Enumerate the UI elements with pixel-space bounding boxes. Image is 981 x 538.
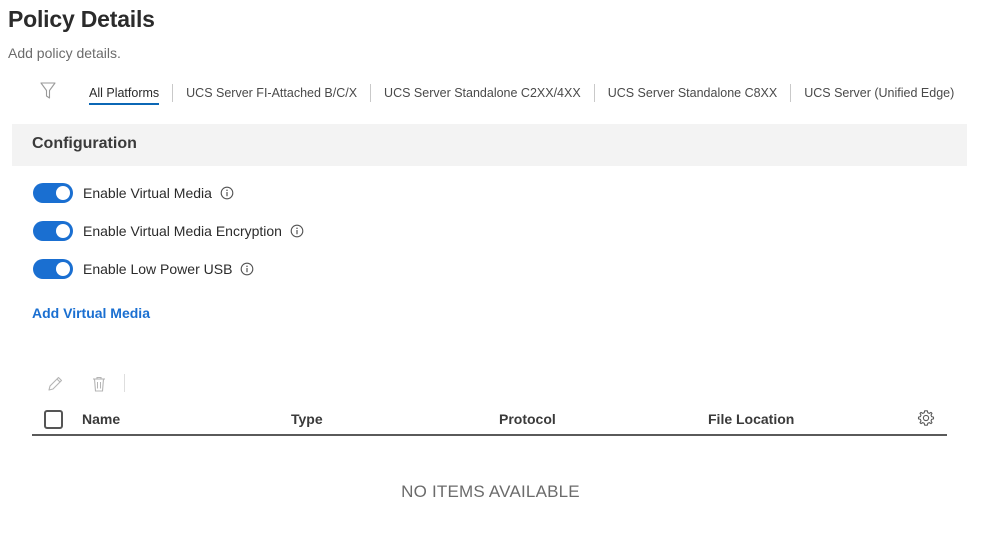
column-header-type[interactable]: Type bbox=[291, 411, 323, 427]
info-icon[interactable] bbox=[290, 224, 304, 238]
table-header: Name Type Protocol File Location bbox=[32, 403, 947, 436]
tab-divider bbox=[172, 84, 174, 102]
tab-unified-edge[interactable]: UCS Server (Unified Edge) bbox=[795, 80, 963, 106]
toggle-knob bbox=[56, 186, 70, 200]
empty-table-message: NO ITEMS AVAILABLE bbox=[401, 482, 580, 501]
tab-divider bbox=[790, 84, 792, 102]
toolbar-divider bbox=[124, 374, 125, 392]
configuration-title: Configuration bbox=[32, 135, 137, 152]
page-title: Policy Details bbox=[8, 6, 155, 32]
toggle-knob bbox=[56, 262, 70, 276]
toggle-row-encryption: Enable Virtual Media Encryption bbox=[33, 220, 304, 242]
toggle-label: Enable Virtual Media Encryption bbox=[83, 223, 282, 239]
column-header-protocol[interactable]: Protocol bbox=[499, 411, 556, 427]
info-icon[interactable] bbox=[240, 262, 254, 276]
toggle-row-virtual-media: Enable Virtual Media bbox=[33, 182, 234, 204]
page-subtitle: Add policy details. bbox=[8, 45, 121, 61]
add-virtual-media-link[interactable]: Add Virtual Media bbox=[32, 305, 150, 321]
tab-standalone-c2xx[interactable]: UCS Server Standalone C2XX/4XX bbox=[375, 80, 590, 106]
enable-encryption-toggle[interactable] bbox=[33, 221, 73, 241]
toggle-row-low-power-usb: Enable Low Power USB bbox=[33, 258, 254, 280]
tab-fi-attached[interactable]: UCS Server FI-Attached B/C/X bbox=[177, 80, 366, 106]
tab-all-platforms[interactable]: All Platforms bbox=[80, 80, 168, 106]
tab-divider bbox=[370, 84, 372, 102]
tab-standalone-c8xx[interactable]: UCS Server Standalone C8XX bbox=[599, 80, 787, 106]
enable-low-power-usb-toggle[interactable] bbox=[33, 259, 73, 279]
toggle-label: Enable Low Power USB bbox=[83, 261, 233, 277]
filter-icon[interactable] bbox=[40, 82, 56, 100]
select-all-checkbox[interactable] bbox=[44, 410, 63, 429]
column-header-name[interactable]: Name bbox=[82, 411, 120, 427]
column-header-file-location[interactable]: File Location bbox=[708, 411, 794, 427]
enable-virtual-media-toggle[interactable] bbox=[33, 183, 73, 203]
tab-divider bbox=[593, 84, 595, 102]
toggle-knob bbox=[56, 224, 70, 238]
edit-icon[interactable] bbox=[46, 375, 64, 393]
toggle-label: Enable Virtual Media bbox=[83, 185, 212, 201]
configuration-header: Configuration bbox=[12, 124, 967, 166]
platform-tabs: All Platforms UCS Server FI-Attached B/C… bbox=[80, 80, 963, 106]
gear-icon[interactable] bbox=[917, 409, 935, 427]
trash-icon[interactable] bbox=[90, 375, 108, 393]
info-icon[interactable] bbox=[220, 186, 234, 200]
